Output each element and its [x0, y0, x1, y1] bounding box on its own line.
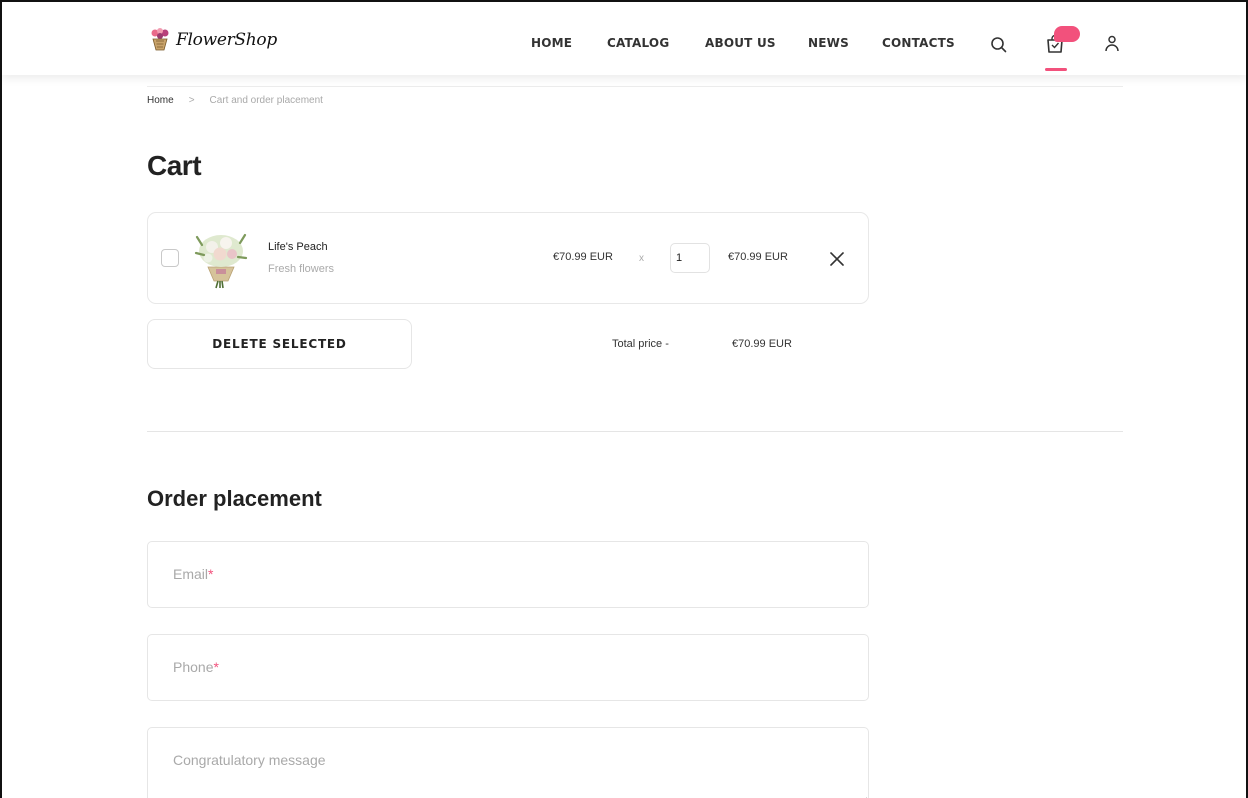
search-icon[interactable] — [990, 36, 1008, 54]
email-input[interactable] — [148, 542, 868, 607]
product-thumbnail[interactable] — [194, 227, 248, 289]
multiply-sign: x — [639, 253, 644, 264]
user-icon[interactable] — [1103, 34, 1121, 54]
nav-item-contacts[interactable]: CONTACTS — [882, 36, 955, 50]
breadcrumb-separator: > — [188, 95, 195, 106]
congratulatory-message-input[interactable] — [148, 728, 868, 798]
congratulatory-message-field[interactable]: Congratulatory message — [147, 727, 869, 798]
total-price-label: Total price - — [612, 338, 669, 350]
nav-item-news[interactable]: NEWS — [808, 36, 849, 50]
total-price-value: €70.99 EUR — [732, 338, 792, 350]
page-title: Cart — [147, 150, 202, 181]
brand-name: FlowerShop — [176, 30, 277, 50]
product-line-total: €70.99 EUR — [728, 251, 788, 263]
phone-input[interactable] — [148, 635, 868, 700]
nav-item-catalog[interactable]: CATALOG — [607, 36, 669, 50]
nav-item-home[interactable]: HOME — [531, 36, 572, 50]
quantity-input[interactable] — [670, 243, 710, 273]
phone-field[interactable]: Phone* — [147, 634, 869, 701]
close-icon[interactable] — [828, 250, 846, 268]
email-field[interactable]: Email* — [147, 541, 869, 608]
section-divider — [147, 431, 1123, 432]
breadcrumb: Home > Cart and order placement — [147, 95, 323, 106]
cart-count-badge — [1054, 26, 1080, 42]
order-section-title: Order placement — [147, 486, 322, 511]
logo[interactable]: FlowerShop — [149, 28, 277, 52]
flower-logo-icon — [151, 28, 169, 51]
cart-item: Life's Peach Fresh flowers €70.99 EUR x … — [147, 212, 869, 304]
delete-selected-button[interactable]: DELETE SELECTED — [147, 319, 412, 369]
breadcrumb-current: Cart and order placement — [209, 95, 323, 106]
nav-item-about-us[interactable]: ABOUT US — [705, 36, 776, 50]
product-unit-price: €70.99 EUR — [553, 251, 613, 263]
cart-item-checkbox[interactable] — [161, 249, 179, 267]
cart-active-indicator — [1045, 68, 1067, 71]
breadcrumb-home-link[interactable]: Home — [147, 95, 174, 106]
product-category: Fresh flowers — [268, 263, 335, 275]
header-divider — [147, 86, 1123, 87]
product-name[interactable]: Life's Peach — [268, 241, 328, 253]
site-header: FlowerShop HOME CATALOG ABOUT US NEWS CO… — [2, 2, 1246, 75]
